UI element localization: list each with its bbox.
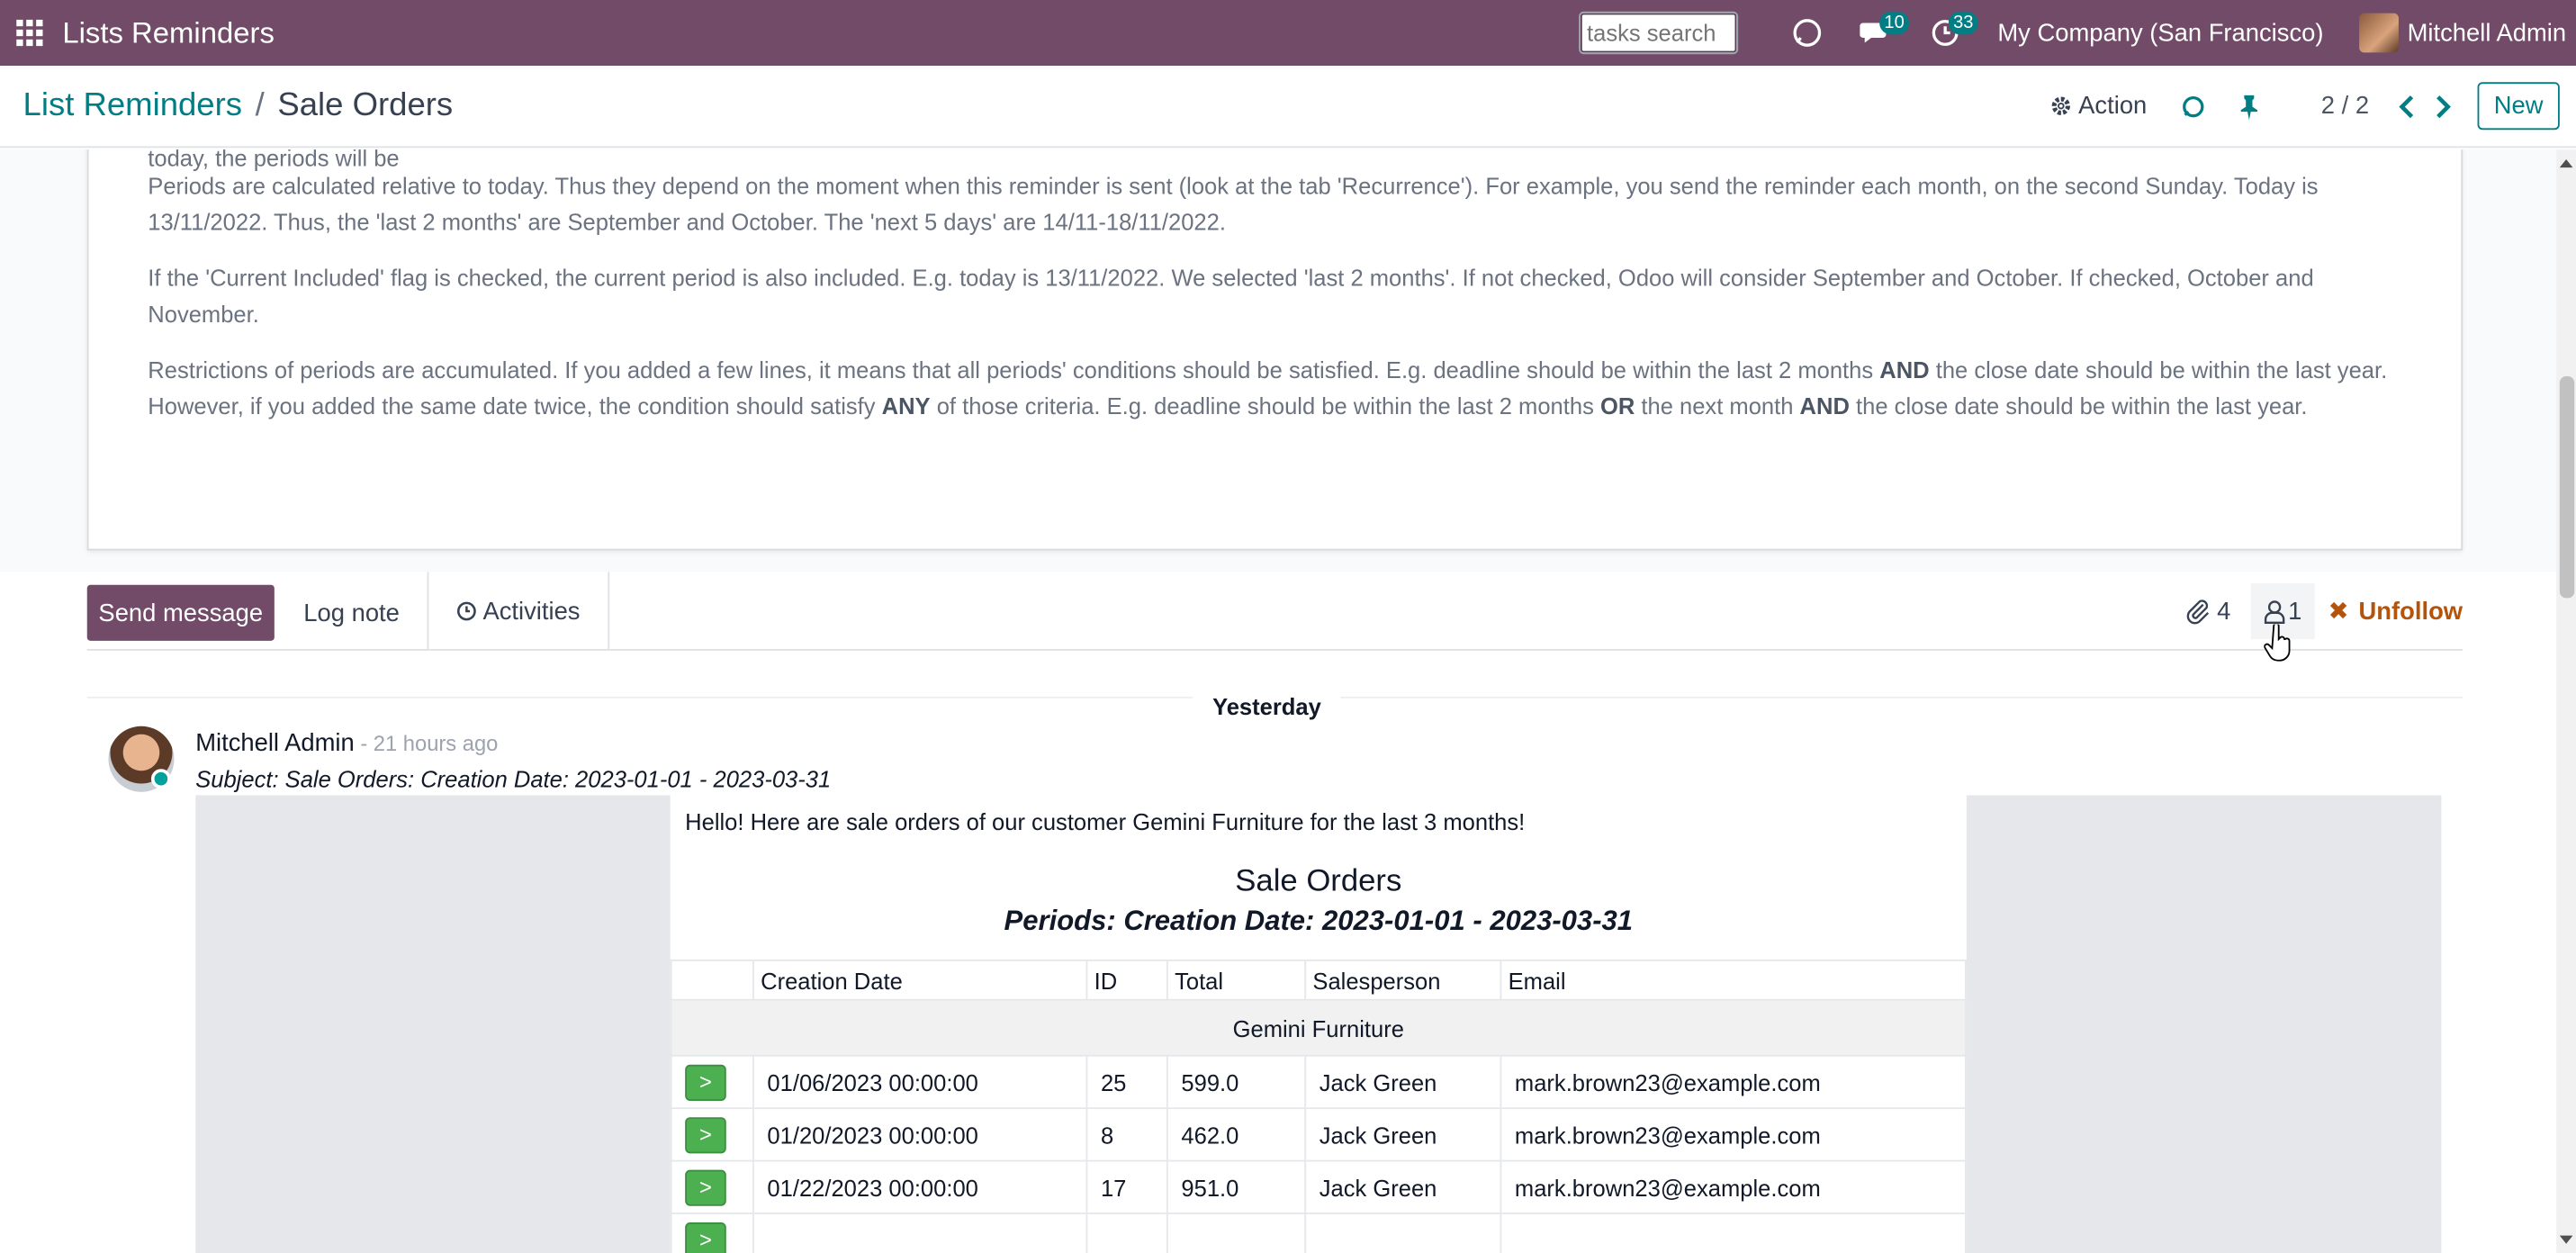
date-separator-label: Yesterday <box>1193 693 1341 720</box>
close-icon: ✖ <box>2328 598 2349 626</box>
email-body: Hello! Here are sale orders of our custo… <box>670 795 1967 1253</box>
cell-email: mark.brown23@example.com <box>1500 1159 1967 1214</box>
discuss-icon[interactable] <box>1778 0 1837 66</box>
email-title: Sale Orders <box>1235 864 1402 899</box>
sync-icon[interactable] <box>2176 93 2210 119</box>
help-text-2: Periods are calculated relative to today… <box>148 172 2319 235</box>
cell-salesperson: Jack Green <box>1304 1054 1502 1110</box>
breadcrumb-parent-link[interactable]: List Reminders <box>23 87 242 125</box>
cell-id: 25 <box>1085 1054 1168 1110</box>
activities-clock-icon[interactable]: 33 <box>1915 0 1978 66</box>
app-title[interactable]: Lists Reminders <box>62 15 275 50</box>
cell-salesperson: Jack Green <box>1304 1159 1502 1214</box>
chatter-topbar: Send message Log note Activities 4 1 ✖ U… <box>86 572 2463 651</box>
messages-badge: 10 <box>1878 11 1910 35</box>
apps-menu-icon[interactable] <box>0 0 59 66</box>
cell-email: mark.brown23@example.com <box>1500 1054 1967 1110</box>
cell-salesperson: Jack Green <box>1304 1107 1502 1162</box>
user-avatar <box>2359 13 2400 53</box>
company-switcher[interactable]: My Company (San Francisco) <box>1997 19 2323 47</box>
email-periods: Periods: Creation Date: 2023-01-01 - 202… <box>1004 905 1634 937</box>
table-row: > 01/06/2023 00:00:00 25 599.0 Jack Gree… <box>670 1054 1967 1110</box>
unfollow-button[interactable]: ✖ Unfollow <box>2328 597 2463 626</box>
paperclip-icon <box>2187 599 2210 625</box>
messages-icon[interactable]: 10 <box>1846 0 1910 66</box>
cell-creation-date: 01/22/2023 00:00:00 <box>752 1159 1088 1214</box>
attachments-button[interactable]: 4 <box>2185 597 2231 626</box>
table-row-partial: > <box>670 1212 1967 1253</box>
scroll-down-arrow-icon[interactable] <box>2559 1235 2573 1244</box>
column-header-salesperson: Salesperson <box>1304 959 1502 1001</box>
message-author: Mitchell Admin - 21 hours ago <box>195 729 498 757</box>
cell-total: 599.0 <box>1166 1054 1307 1110</box>
online-status-icon <box>150 769 171 789</box>
open-order-button[interactable]: > <box>685 1116 726 1153</box>
message-time: - 21 hours ago <box>354 731 499 756</box>
scrollbar-thumb[interactable] <box>2559 375 2575 599</box>
chatter: Send message Log note Activities 4 1 ✖ U… <box>0 572 2557 1253</box>
column-header-total: Total <box>1166 959 1307 1001</box>
hand-cursor-icon <box>2264 624 2291 662</box>
user-icon <box>2264 599 2284 624</box>
orders-table: Creation Date ID Total Salesperson Email… <box>670 959 1967 1253</box>
cell-creation-date: 01/20/2023 00:00:00 <box>752 1107 1088 1162</box>
action-menu-button[interactable]: Action <box>2050 92 2147 120</box>
scroll-up-arrow-icon[interactable] <box>2559 159 2573 168</box>
column-header-email: Email <box>1500 959 1967 1001</box>
table-row: > 01/20/2023 00:00:00 8 462.0 Jack Green… <box>670 1107 1967 1162</box>
user-name: Mitchell Admin <box>2407 18 2567 48</box>
open-order-button[interactable]: > <box>685 1221 726 1253</box>
column-header-action <box>670 959 754 1001</box>
attachments-count: 4 <box>2217 597 2231 626</box>
cell-id: 17 <box>1085 1159 1168 1214</box>
cell-total: 462.0 <box>1166 1107 1307 1162</box>
cell-total: 951.0 <box>1166 1159 1307 1214</box>
page: Lists Reminders 10 33 My Company (San Fr… <box>0 0 2576 1253</box>
column-header-id: ID <box>1085 959 1168 1001</box>
group-label: Gemini Furniture <box>670 998 1967 1057</box>
help-text-3: If the 'Current Included' flag is checke… <box>148 264 2314 327</box>
table-header-row: Creation Date ID Total Salesperson Email <box>670 959 1967 1001</box>
activities-label: Activities <box>482 597 581 626</box>
form-sheet: today, the periods will be Periods are c… <box>86 149 2463 551</box>
message-author-name[interactable]: Mitchell Admin <box>195 729 355 757</box>
pager-previous-icon[interactable] <box>2389 95 2425 118</box>
breadcrumb-separator: / <box>255 86 265 123</box>
cell-id: 8 <box>1085 1107 1168 1162</box>
email-greeting: Hello! Here are sale orders of our custo… <box>685 808 1526 835</box>
top-navbar: Lists Reminders 10 33 My Company (San Fr… <box>0 0 2576 67</box>
pager-value[interactable]: 2 / 2 <box>2321 92 2369 120</box>
unfollow-label: Unfollow <box>2358 597 2463 626</box>
open-order-button[interactable]: > <box>685 1168 726 1205</box>
open-order-button[interactable]: > <box>685 1063 726 1101</box>
clock-icon <box>456 601 476 621</box>
log-note-button[interactable]: Log note <box>275 585 429 641</box>
control-panel: List Reminders / Sale Orders Action 2 / … <box>0 66 2576 149</box>
cell-creation-date: 01/06/2023 00:00:00 <box>752 1054 1088 1110</box>
action-label: Action <box>2078 92 2148 121</box>
tasks-search-input[interactable] <box>1578 11 1738 55</box>
gear-icon <box>2051 96 2071 115</box>
new-button[interactable]: New <box>2477 82 2560 131</box>
group-row: Gemini Furniture <box>670 998 1967 1057</box>
form-content: today, the periods will be Periods are c… <box>0 149 2557 1253</box>
user-menu[interactable]: Mitchell Admin <box>2359 13 2567 53</box>
message-subject: Subject: Sale Orders: Creation Date: 202… <box>195 765 832 792</box>
send-message-button[interactable]: Send message <box>86 584 275 641</box>
activities-badge: 33 <box>1948 11 1978 35</box>
cell-email: mark.brown23@example.com <box>1500 1107 1967 1162</box>
breadcrumb: List Reminders / Sale Orders <box>23 87 454 125</box>
help-text-4: Restrictions of periods are accumulated.… <box>148 356 2388 419</box>
activities-button[interactable]: Activities <box>427 572 610 651</box>
pin-icon[interactable] <box>2232 93 2265 120</box>
followers-count: 1 <box>2288 597 2302 626</box>
column-header-creation-date: Creation Date <box>752 959 1088 1001</box>
pager-next-icon[interactable] <box>2425 95 2461 118</box>
breadcrumb-current: Sale Orders <box>277 86 454 123</box>
table-row: > 01/22/2023 00:00:00 17 951.0 Jack Gree… <box>670 1159 1967 1214</box>
vertical-scrollbar[interactable] <box>2556 149 2576 1253</box>
